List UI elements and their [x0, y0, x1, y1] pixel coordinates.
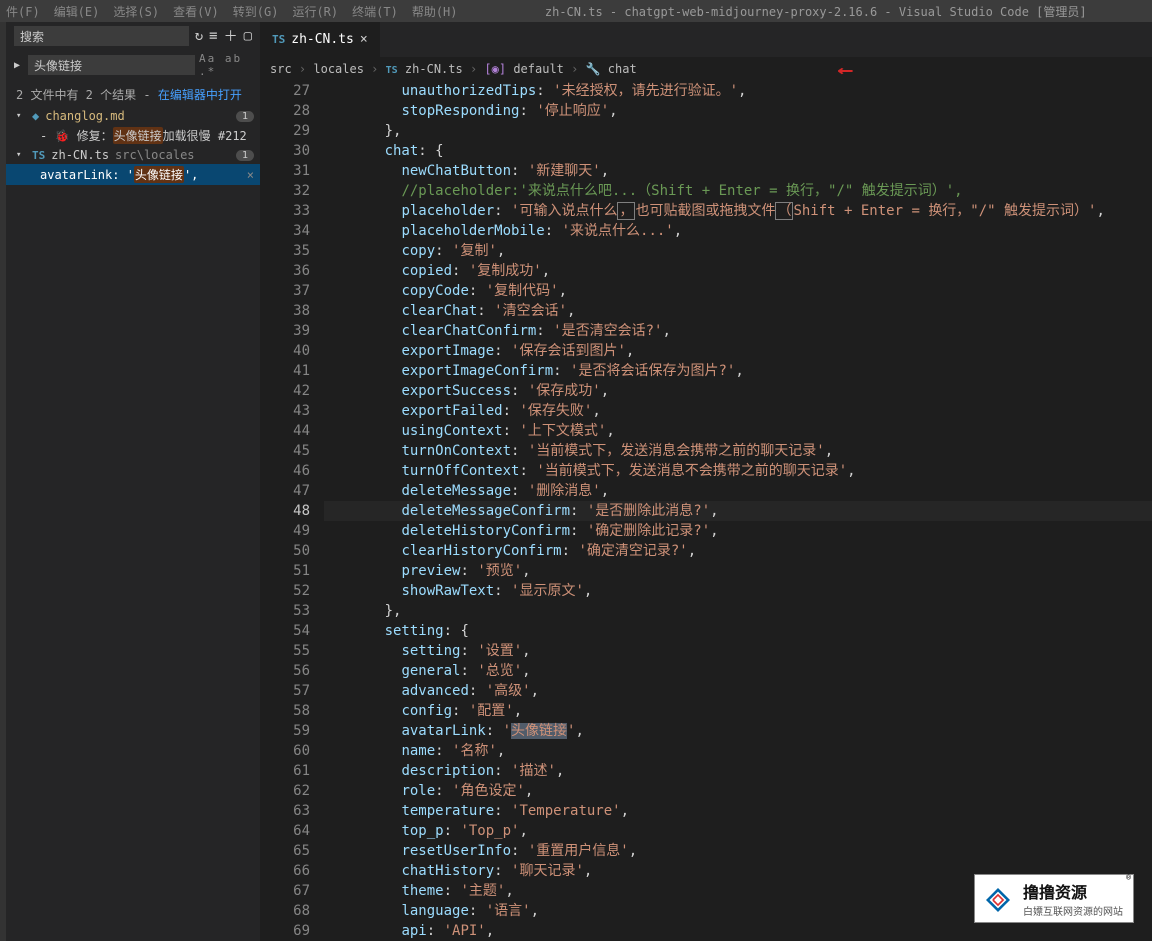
menu-item[interactable]: 查看(V) [173, 5, 219, 19]
chevron-right-icon[interactable]: ▶ [14, 60, 24, 71]
search-summary: 2 文件中有 2 个结果 - 在编辑器中打开 [6, 82, 260, 107]
open-in-editor-link[interactable]: 在编辑器中打开 [158, 88, 242, 102]
watermark-title: 撸撸资源 [1023, 879, 1123, 903]
tab-zh-cn[interactable]: TS zh-CN.ts × [260, 22, 381, 57]
refresh-icon[interactable]: ↻ [195, 28, 203, 44]
search-sidebar: ↻ ≡ ＋ ▢ ▶ Aa ab .* 2 文件中有 2 个结果 - 在编辑器中打… [6, 22, 260, 941]
search-options[interactable]: Aa ab .* [199, 52, 252, 78]
newfile-icon[interactable]: ＋ [224, 26, 238, 46]
editor-tabs: TS zh-CN.ts × [260, 22, 1152, 58]
search-file[interactable]: ▾TSzh-CN.ts src\locales1 [6, 146, 260, 164]
search-file[interactable]: ▾◆changlog.md1 [6, 107, 260, 125]
dismiss-icon[interactable]: × [247, 168, 254, 182]
close-icon[interactable]: × [360, 32, 368, 47]
search-match[interactable]: - 🐞 修复：头像链接加载很慢 #212 [6, 125, 260, 146]
menu-item[interactable]: 运行(R) [292, 5, 338, 19]
line-numbers: 2728293031323334353637383940414243444546… [260, 81, 324, 941]
menu-item[interactable]: 帮助(H) [412, 5, 458, 19]
collapse-icon[interactable]: ▢ [244, 28, 252, 44]
menu-item[interactable]: 选择(S) [113, 5, 159, 19]
code-body[interactable]: unauthorizedTips: '未经授权，请先进行验证。', stopRe… [324, 81, 1152, 941]
watermark-logo-icon [981, 883, 1015, 915]
watermark-subtitle: 白嫖互联网资源的网站 [1023, 903, 1123, 918]
search-input[interactable] [28, 55, 195, 75]
menu-item[interactable]: 编辑(E) [54, 5, 100, 19]
code-editor[interactable]: 2728293031323334353637383940414243444546… [260, 81, 1152, 941]
clear-icon[interactable]: ≡ [209, 28, 217, 44]
search-label-input[interactable] [14, 26, 189, 46]
ts-icon: TS [272, 33, 285, 46]
menu-item[interactable]: 转到(G) [233, 5, 279, 19]
menu-item[interactable]: 终端(T) [352, 5, 398, 19]
tab-label: zh-CN.ts [291, 32, 354, 47]
search-match[interactable]: avatarLink: '头像链接',× [6, 164, 260, 185]
window-title: zh-CN.ts - chatgpt-web-midjourney-proxy-… [486, 3, 1147, 20]
menu-bar: 件(F)编辑(E)选择(S)查看(V)转到(G)运行(R)终端(T)帮助(H) … [0, 0, 1152, 22]
watermark: ® 撸撸资源 白嫖互联网资源的网站 [974, 874, 1134, 923]
red-arrow-annotation: ← [837, 60, 853, 81]
menu-item[interactable]: 件(F) [6, 5, 40, 19]
breadcrumb[interactable]: src › locales › TS zh-CN.ts › [◉] defaul… [260, 58, 1152, 81]
